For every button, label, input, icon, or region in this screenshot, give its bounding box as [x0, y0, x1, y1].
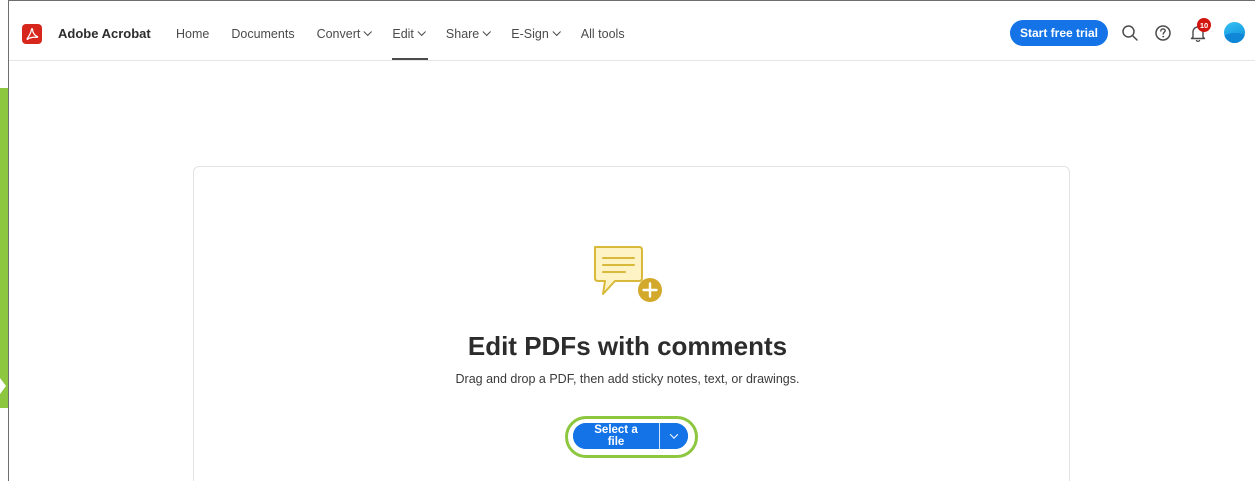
brand-name[interactable]: Adobe Acrobat	[58, 26, 151, 41]
chevron-down-icon	[363, 27, 373, 37]
nav-share[interactable]: Share	[445, 26, 492, 42]
select-file-dropdown-button[interactable]	[660, 423, 688, 449]
main-nav: Home Documents Convert Edit Share E-Sign…	[176, 26, 647, 60]
nav-documents-label: Documents	[231, 27, 295, 41]
nav-home-label: Home	[176, 27, 210, 41]
start-free-trial-button[interactable]: Start free trial	[1010, 20, 1108, 46]
select-file-button[interactable]: Select a file	[573, 423, 659, 449]
nav-all-tools[interactable]: All tools	[581, 26, 625, 42]
chevron-down-icon	[669, 430, 679, 439]
nav-documents[interactable]: Documents	[231, 26, 294, 42]
top-header: Adobe Acrobat Home Documents Convert Edi…	[9, 1, 1255, 61]
nav-edit-label: Edit	[392, 27, 414, 41]
chevron-down-icon	[482, 27, 492, 37]
nav-esign[interactable]: E-Sign	[511, 26, 561, 42]
avatar[interactable]	[1224, 22, 1245, 43]
page-title: Edit PDFs with comments	[467, 331, 788, 361]
acrobat-logo-icon[interactable]	[22, 24, 42, 44]
help-icon[interactable]	[1153, 23, 1173, 43]
nav-edit[interactable]: Edit	[392, 26, 428, 60]
page-subtitle: Drag and drop a PDF, then add sticky not…	[455, 372, 800, 386]
select-file-divider	[659, 423, 660, 449]
select-file-control: Select a file	[573, 423, 688, 449]
nav-home[interactable]: Home	[176, 26, 209, 42]
nav-esign-label: E-Sign	[511, 27, 549, 41]
frame-left-border	[8, 0, 9, 481]
nav-share-label: Share	[445, 27, 480, 41]
chevron-down-icon	[552, 27, 561, 37]
nav-convert[interactable]: Convert	[316, 26, 373, 42]
comment-add-icon	[594, 246, 662, 302]
notification-badge: 10	[1197, 18, 1211, 32]
nav-convert-label: Convert	[316, 27, 361, 41]
nav-all-tools-label: All tools	[580, 27, 625, 41]
chevron-down-icon	[417, 27, 426, 37]
search-icon[interactable]	[1120, 23, 1140, 43]
